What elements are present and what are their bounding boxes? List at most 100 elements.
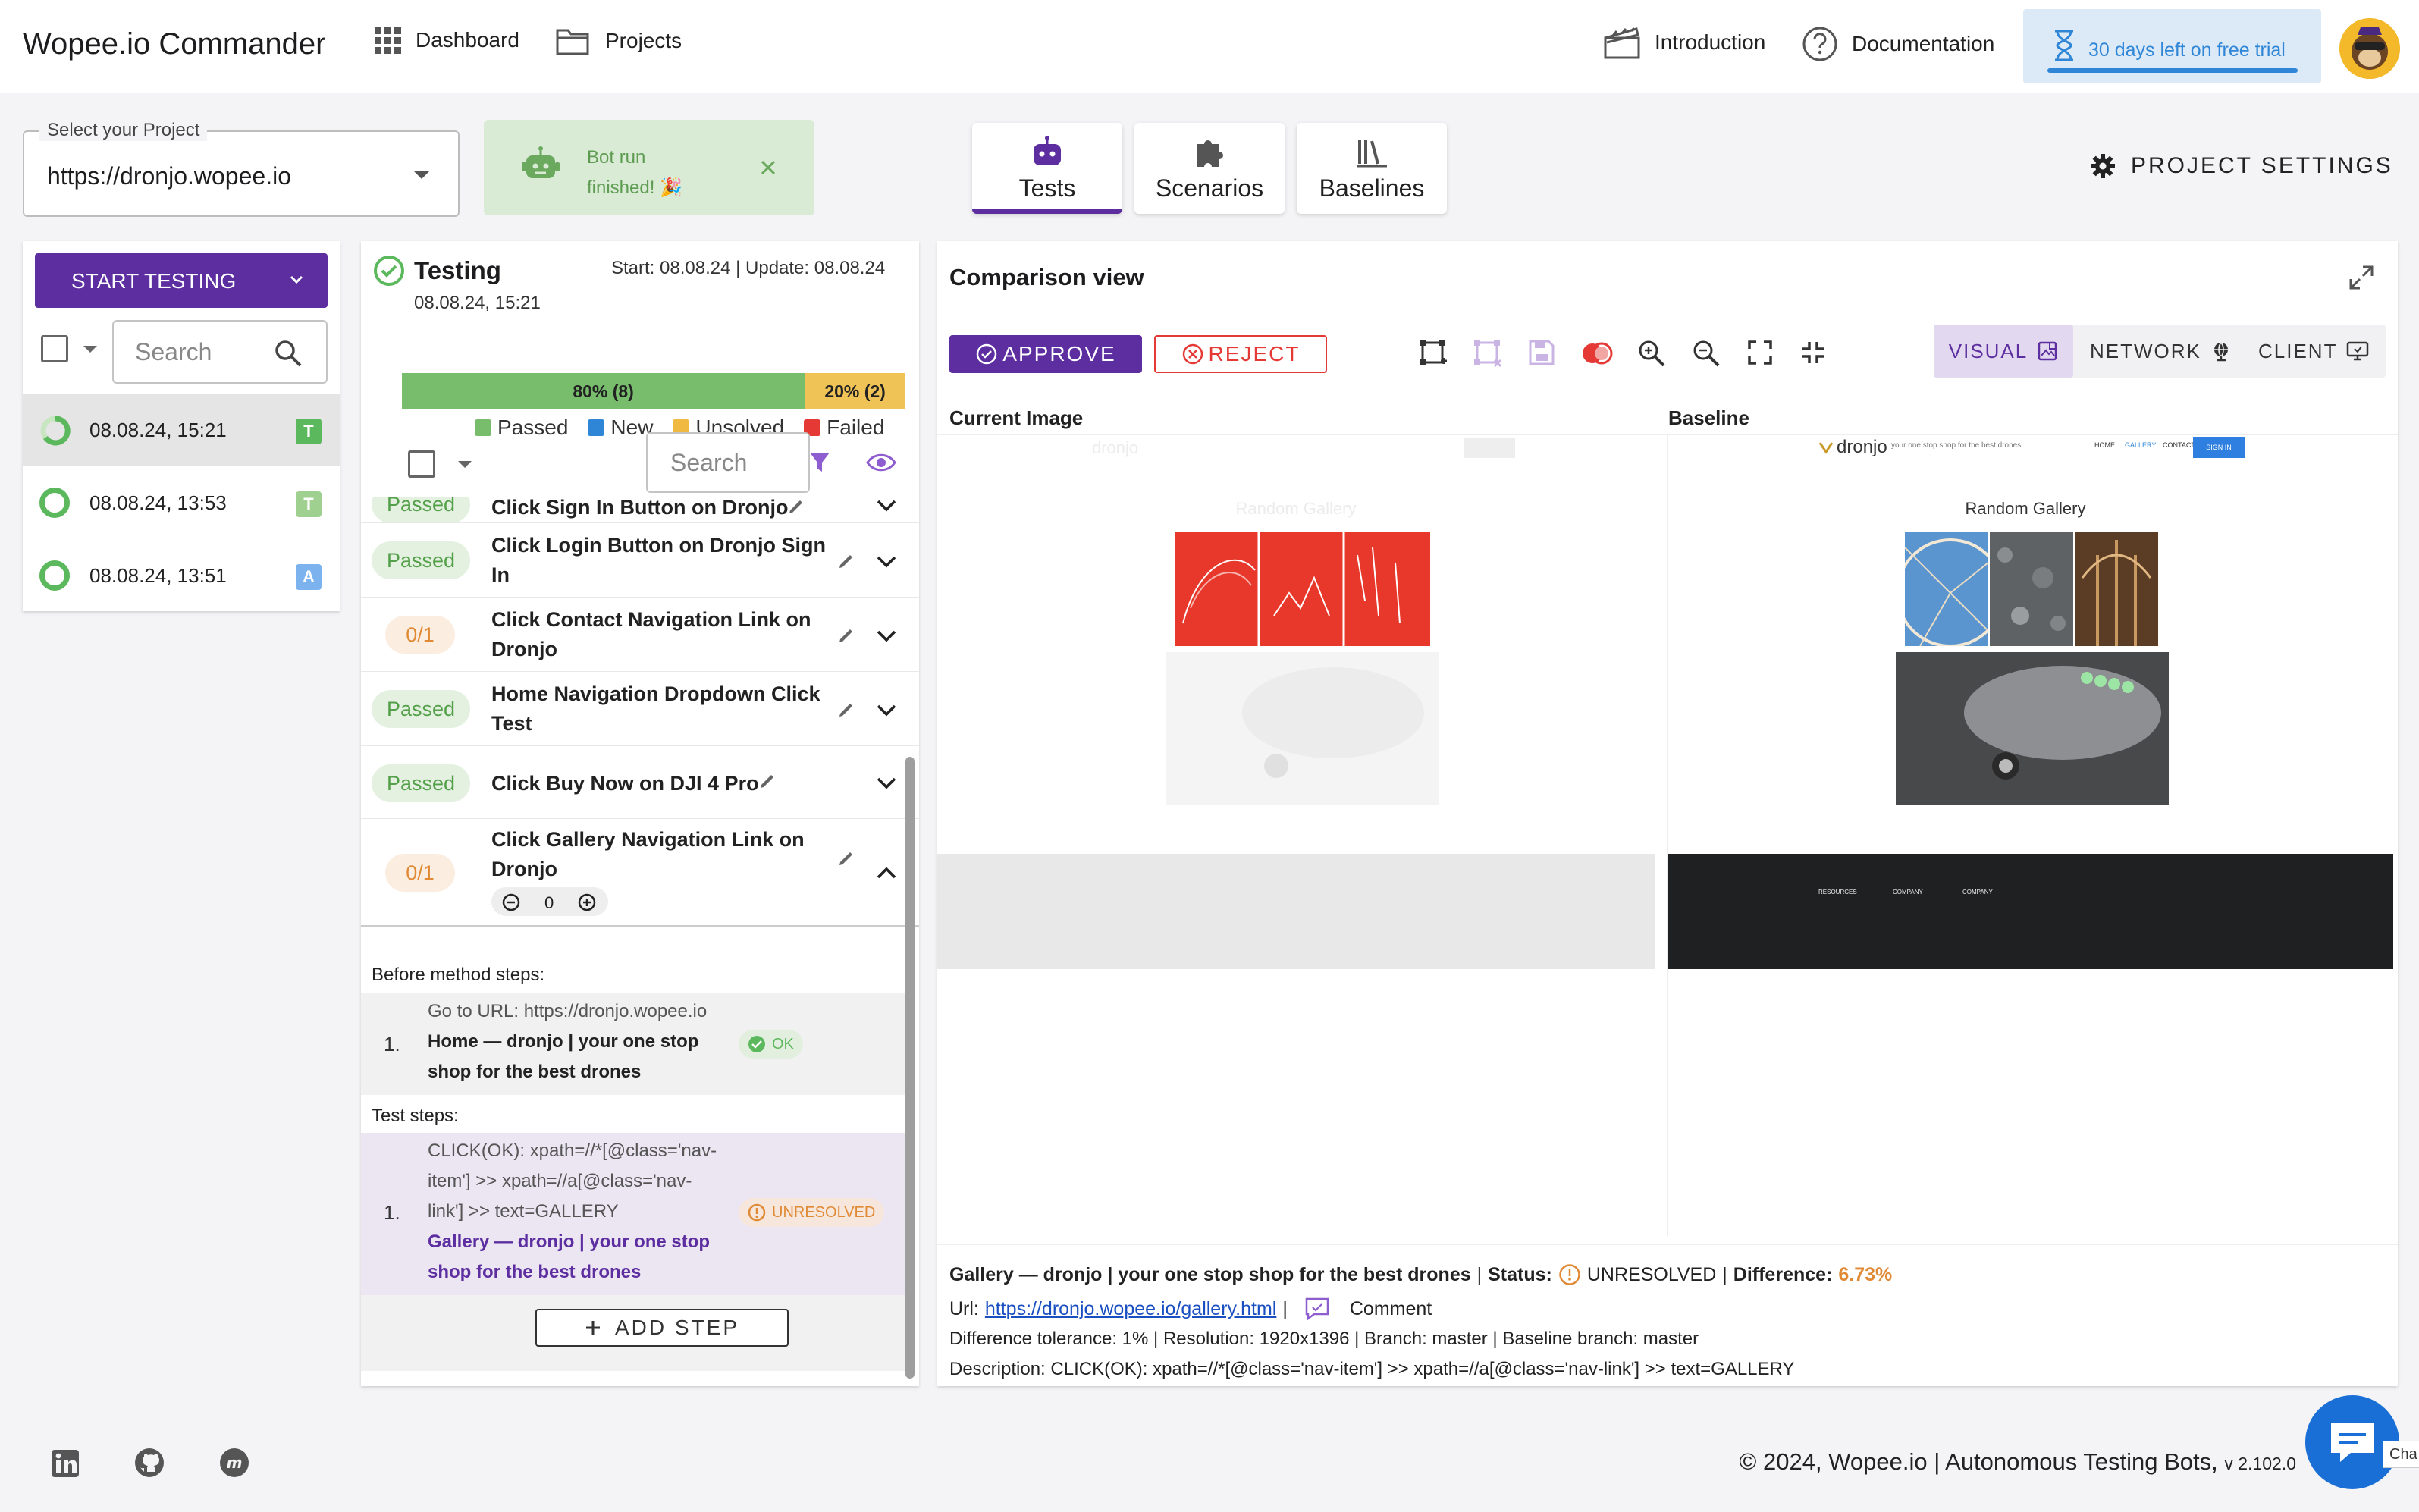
- expand-icon[interactable]: [2348, 264, 2375, 291]
- step-name-line: Click Contact Navigation Link on: [491, 608, 811, 631]
- run-type-badge: T: [296, 419, 322, 444]
- step-page-title: Home — dronjo | your one stop shop for th…: [428, 1027, 698, 1087]
- run-item[interactable]: 08.08.24, 13:53 T: [23, 467, 340, 538]
- tab-baselines[interactable]: Baselines: [1297, 123, 1447, 214]
- step-page-title-line: shop for the best drones: [428, 1262, 642, 1282]
- test-step-row[interactable]: Passed Click Login Button on Dronjo Sign…: [361, 523, 919, 598]
- chevron-down-icon[interactable]: [287, 270, 306, 290]
- test-step-row[interactable]: Passed Home Navigation Dropdown Click Tes…: [361, 672, 919, 746]
- tab-scenarios[interactable]: Scenarios: [1134, 123, 1285, 214]
- chat-label[interactable]: Cha: [2383, 1441, 2419, 1468]
- chevron-down-icon[interactable]: [875, 775, 898, 792]
- approve-button[interactable]: APPROVE: [949, 335, 1142, 373]
- user-avatar[interactable]: [2339, 18, 2400, 79]
- nav-introduction[interactable]: Introduction: [1603, 26, 1765, 59]
- eye-icon[interactable]: [866, 450, 896, 475]
- test-step-row-expanded[interactable]: 0/1 Click Gallery Navigation Link on Dron…: [361, 819, 919, 927]
- remove-region-icon[interactable]: [1473, 338, 1503, 369]
- test-step-row[interactable]: Passed Click Buy Now on DJI 4 Pro: [361, 746, 919, 819]
- select-all-runs-checkbox[interactable]: [41, 335, 68, 362]
- comment-icon[interactable]: [1304, 1297, 1330, 1321]
- hourglass-icon: [2055, 30, 2073, 61]
- search-icon: [275, 340, 302, 367]
- minus-circle-icon[interactable]: [502, 893, 520, 911]
- project-settings-button[interactable]: PROJECT SETTINGS: [2090, 153, 2393, 179]
- caret-down-icon[interactable]: [458, 461, 472, 468]
- step-status-chip: Passed: [372, 690, 470, 728]
- nav-documentation[interactable]: Documentation: [1802, 26, 1994, 62]
- baseline-footer: RESOURCES COMPANY COMPANY: [1667, 854, 2393, 969]
- test-step-row[interactable]: Passed Click Sign In Button on Dronjo: [361, 497, 919, 523]
- caret-down-icon: [414, 171, 429, 179]
- fullscreen-icon[interactable]: [1746, 338, 1774, 367]
- mode-network[interactable]: NETWORK: [2090, 325, 2232, 378]
- pencil-icon[interactable]: [837, 849, 855, 867]
- step-name-line: Home Navigation Dropdown Click: [491, 682, 820, 705]
- save-icon[interactable]: [1527, 338, 1556, 367]
- tab-baselines-label: Baselines: [1319, 174, 1425, 202]
- gallery-drone-image: [1896, 652, 2169, 805]
- nav-projects[interactable]: Projects: [555, 26, 682, 56]
- pencil-icon[interactable]: [837, 701, 855, 719]
- medium-icon[interactable]: m: [218, 1447, 250, 1479]
- step-status-unresolved: UNRESOLVED: [739, 1198, 885, 1227]
- tab-tests[interactable]: Tests: [972, 123, 1122, 214]
- fullscreen-exit-icon[interactable]: [1799, 338, 1828, 367]
- step-status-text: OK: [772, 1035, 794, 1052]
- compare-overlay-icon[interactable]: [1580, 338, 1614, 369]
- start-testing-button[interactable]: START TESTING: [35, 253, 328, 308]
- current-image-view[interactable]: dronjo Random Gallery: [937, 435, 1655, 1236]
- step-name-line: Click Login Button on Dronjo Sign: [491, 534, 826, 557]
- step-name-line: Dronjo: [491, 638, 557, 660]
- gallery-pebbles-image: [1990, 532, 2073, 646]
- info-url-link[interactable]: https://dronjo.wopee.io/gallery.html: [985, 1298, 1276, 1320]
- mode-visual[interactable]: VISUAL: [1934, 325, 2073, 378]
- caret-down-icon[interactable]: [83, 346, 97, 353]
- comparison-title: Comparison view: [949, 264, 1144, 290]
- add-region-icon[interactable]: [1418, 338, 1448, 369]
- free-trial-text: 30 days left on free trial: [2088, 39, 2286, 61]
- baseline-image-view[interactable]: dronjo your one stop shop for the best d…: [1667, 435, 2393, 1236]
- info-separator: |: [1722, 1263, 1727, 1285]
- check-circle-icon: [748, 1036, 765, 1052]
- test-step-row[interactable]: 0/1 Click Contact Navigation Link on Dron…: [361, 598, 919, 672]
- plus-circle-icon[interactable]: [578, 893, 596, 911]
- mode-client-label: CLIENT: [2258, 339, 2338, 362]
- info-comment-label[interactable]: Comment: [1350, 1298, 1432, 1320]
- free-trial-banner[interactable]: 30 days left on free trial: [2023, 9, 2321, 83]
- close-icon[interactable]: [760, 159, 777, 176]
- footer-copyright: © 2024, Wopee.io | Autonomous Testing Bo…: [1740, 1448, 2296, 1476]
- chevron-down-icon[interactable]: [875, 702, 898, 719]
- nav-dashboard[interactable]: Dashboard: [373, 26, 519, 55]
- nav-documentation-label: Documentation: [1852, 32, 1995, 55]
- chevron-down-icon[interactable]: [875, 628, 898, 645]
- mode-network-label: NETWORK: [2090, 339, 2201, 362]
- steps-scrollbar[interactable]: [905, 757, 915, 1379]
- divider: [937, 1244, 2398, 1245]
- zoom-in-icon[interactable]: [1636, 338, 1667, 369]
- select-all-steps-checkbox[interactable]: [408, 450, 435, 478]
- status-ring-icon: [39, 560, 70, 591]
- run-item[interactable]: 08.08.24, 13:51 A: [23, 540, 340, 611]
- chevron-up-icon[interactable]: [875, 864, 898, 881]
- progress-ring-icon: [40, 416, 71, 446]
- mode-client[interactable]: CLIENT: [2258, 325, 2369, 378]
- pencil-icon[interactable]: [758, 772, 777, 790]
- zoom-out-icon[interactable]: [1691, 338, 1721, 369]
- run-item[interactable]: 08.08.24, 15:21 T: [23, 394, 340, 466]
- globe-icon: [2213, 342, 2228, 362]
- project-select[interactable]: Select your Project https://dronjo.wopee…: [23, 120, 460, 217]
- chevron-down-icon[interactable]: [875, 554, 898, 570]
- steps-search-input[interactable]: Search: [646, 432, 830, 493]
- github-icon[interactable]: [133, 1447, 165, 1479]
- comparison-url-line: Url: https://dronjo.wopee.io/gallery.htm…: [949, 1297, 1432, 1321]
- pencil-icon[interactable]: [837, 552, 855, 570]
- pencil-icon[interactable]: [837, 626, 855, 645]
- runs-search-input[interactable]: Search: [112, 320, 328, 384]
- filter-icon[interactable]: [808, 450, 831, 475]
- add-step-button[interactable]: ADD STEP: [535, 1309, 789, 1347]
- reject-button[interactable]: REJECT: [1154, 335, 1327, 373]
- pencil-icon[interactable]: [787, 497, 805, 516]
- linkedin-icon[interactable]: [50, 1448, 80, 1479]
- chevron-down-icon[interactable]: [875, 497, 898, 514]
